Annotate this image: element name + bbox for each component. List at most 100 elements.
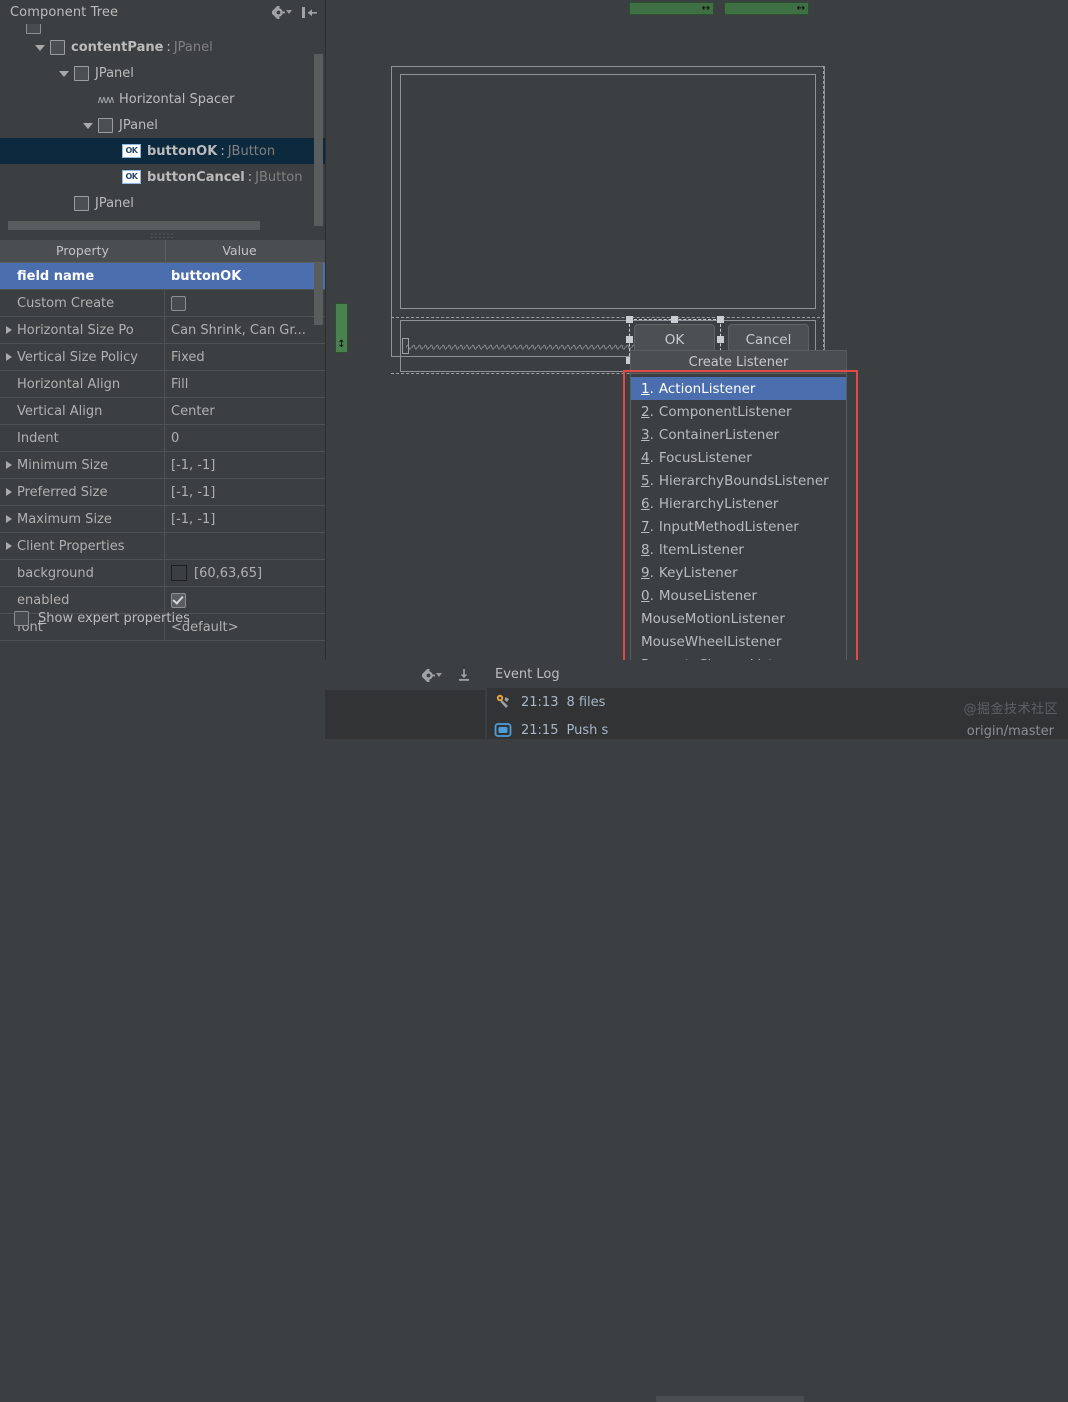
property-value-cell[interactable]: Can Shrink, Can Gr... [165, 317, 312, 343]
property-value-cell[interactable]: buttonOK [165, 263, 312, 289]
tree-node-type: JButton [255, 169, 303, 185]
listener-menu-item[interactable]: MouseWheelListener [631, 630, 846, 653]
tree-node[interactable] [0, 24, 325, 34]
property-value-cell[interactable] [165, 533, 312, 559]
property-row[interactable]: Vertical Align Center [0, 398, 325, 425]
listener-menu-item[interactable]: 5. HierarchyBoundsListener [631, 469, 846, 492]
property-row[interactable]: Indent 0 [0, 425, 325, 452]
twisty-expanded-icon[interactable] [82, 119, 95, 132]
resize-arrow-icon: ↕ [337, 339, 346, 350]
event-log-text: 8 files [566, 694, 606, 710]
twisty-placeholder [10, 24, 23, 34]
property-checkbox[interactable] [171, 295, 186, 311]
tree-node[interactable]: OK buttonOK: JButton [0, 138, 325, 164]
resize-handle-e[interactable] [717, 336, 724, 343]
tree-vertical-scrollbar[interactable] [314, 54, 323, 229]
property-row[interactable]: Custom Create [0, 290, 325, 317]
property-row[interactable]: Minimum Size [-1, -1] [0, 452, 325, 479]
tree-node[interactable]: JPanel [0, 112, 325, 138]
listener-menu-item[interactable]: 2. ComponentListener [631, 400, 846, 423]
property-value-cell[interactable]: [-1, -1] [165, 452, 312, 478]
collapse-all-icon[interactable] [453, 665, 475, 685]
resize-handle-n[interactable] [671, 316, 678, 323]
listener-menu-item[interactable]: 9. KeyListener [631, 561, 846, 584]
property-row[interactable]: Horizontal Align Fill [0, 371, 325, 398]
tree-horizontal-scrollbar[interactable] [8, 221, 260, 230]
gear-icon[interactable] [271, 2, 293, 22]
tree-node-type: JPanel [173, 39, 213, 55]
property-value-cell[interactable]: Fixed [165, 344, 312, 370]
gear-glyph [422, 668, 435, 682]
listener-menu-item[interactable]: 6. HierarchyListener [631, 492, 846, 515]
show-expert-checkbox[interactable] [14, 610, 29, 626]
twisty-placeholder [106, 171, 119, 184]
property-name-cell: Maximum Size [0, 506, 165, 532]
property-name-label: Custom Create [17, 295, 115, 311]
component-tree[interactable]: contentPane: JPanel JPanel ʍʍ Horizontal Spa… [0, 24, 325, 232]
listener-menu-item[interactable]: 4. FocusListener [631, 446, 846, 469]
property-row[interactable]: field name buttonOK [0, 263, 325, 290]
property-row[interactable]: background [60,63,65] [0, 560, 325, 587]
expand-triangle-icon[interactable] [6, 461, 12, 469]
property-value-cell[interactable]: Fill [165, 371, 312, 397]
property-row[interactable]: Horizontal Size Po Can Shrink, Can Gr... [0, 317, 325, 344]
expand-triangle-icon[interactable] [6, 515, 12, 523]
property-name-cell: field name [0, 263, 165, 289]
listener-menu-item[interactable]: 7. InputMethodListener [631, 515, 846, 538]
expand-triangle-icon[interactable] [6, 353, 12, 361]
property-vertical-scrollbar[interactable] [314, 263, 323, 603]
tree-node-type: JButton [227, 143, 276, 159]
listener-menu-item[interactable]: 3. ContainerListener [631, 423, 846, 446]
property-value-label: [60,63,65] [194, 565, 263, 581]
property-value-label: Center [171, 403, 215, 419]
property-name-label: Horizontal Align [17, 376, 121, 392]
horizontal-size-gauge-2: ↔ [724, 2, 809, 15]
resize-handle-w[interactable] [626, 336, 633, 343]
ok-button-icon: OK [122, 144, 141, 158]
left-dock-footer [0, 660, 325, 739]
expand-triangle-icon[interactable] [6, 542, 12, 550]
color-swatch[interactable] [171, 565, 187, 581]
resize-handle-nw[interactable] [626, 316, 633, 323]
property-value-cell[interactable]: [60,63,65] [165, 560, 312, 586]
property-value-cell[interactable]: 0 [165, 425, 312, 451]
menu-item-label: FocusListener [658, 449, 752, 466]
tree-node[interactable]: ʍʍ Horizontal Spacer [0, 86, 325, 112]
expand-triangle-icon[interactable] [6, 326, 12, 334]
hide-panel-icon[interactable] [299, 2, 321, 22]
spacer-icon: ʍʍ [97, 92, 115, 106]
property-row[interactable]: Vertical Size Policy Fixed [0, 344, 325, 371]
tree-node[interactable]: contentPane: JPanel [0, 34, 325, 60]
listener-menu-item[interactable]: MouseMotionListener [631, 607, 846, 630]
gear-icon[interactable] [421, 665, 443, 685]
build-icon [493, 692, 513, 712]
expand-triangle-icon[interactable] [6, 488, 12, 496]
twisty-expanded-icon[interactable] [58, 67, 71, 80]
content-jpanel-region[interactable] [400, 74, 816, 309]
menu-item-mnemonic: 4. [641, 449, 654, 466]
panel-splitter[interactable]: :::::: [0, 232, 325, 241]
property-value-cell[interactable]: [-1, -1] [165, 479, 312, 505]
menu-item-mnemonic: 3. [641, 426, 654, 443]
property-row[interactable]: Preferred Size [-1, -1] [0, 479, 325, 506]
listener-menu-item[interactable]: 1. ActionListener [631, 377, 846, 400]
tree-node[interactable]: JPanel [0, 190, 325, 216]
property-value-cell[interactable]: [-1, -1] [165, 506, 312, 532]
column-header-value: Value [222, 243, 257, 258]
property-row[interactable]: Maximum Size [-1, -1] [0, 506, 325, 533]
property-row[interactable]: Client Properties [0, 533, 325, 560]
tree-node[interactable]: OK buttonCancel: JButton [0, 164, 325, 190]
twisty-expanded-icon[interactable] [34, 41, 47, 54]
event-log-time: 21:15 [521, 722, 559, 738]
menu-item-label: KeyListener [658, 564, 738, 581]
property-value-cell[interactable]: Center [165, 398, 312, 424]
listener-menu-item[interactable]: 8. ItemListener [631, 538, 846, 561]
show-expert-properties-row[interactable]: Show expert properties [0, 604, 325, 632]
property-value-cell[interactable] [165, 290, 312, 316]
tree-node[interactable]: JPanel [0, 60, 325, 86]
property-value-label: 0 [171, 430, 180, 446]
twisty-placeholder [82, 93, 95, 106]
resize-handle-ne[interactable] [717, 316, 724, 323]
listener-menu-item[interactable]: 0. MouseListener [631, 584, 846, 607]
property-name-cell: Horizontal Size Po [0, 317, 165, 343]
